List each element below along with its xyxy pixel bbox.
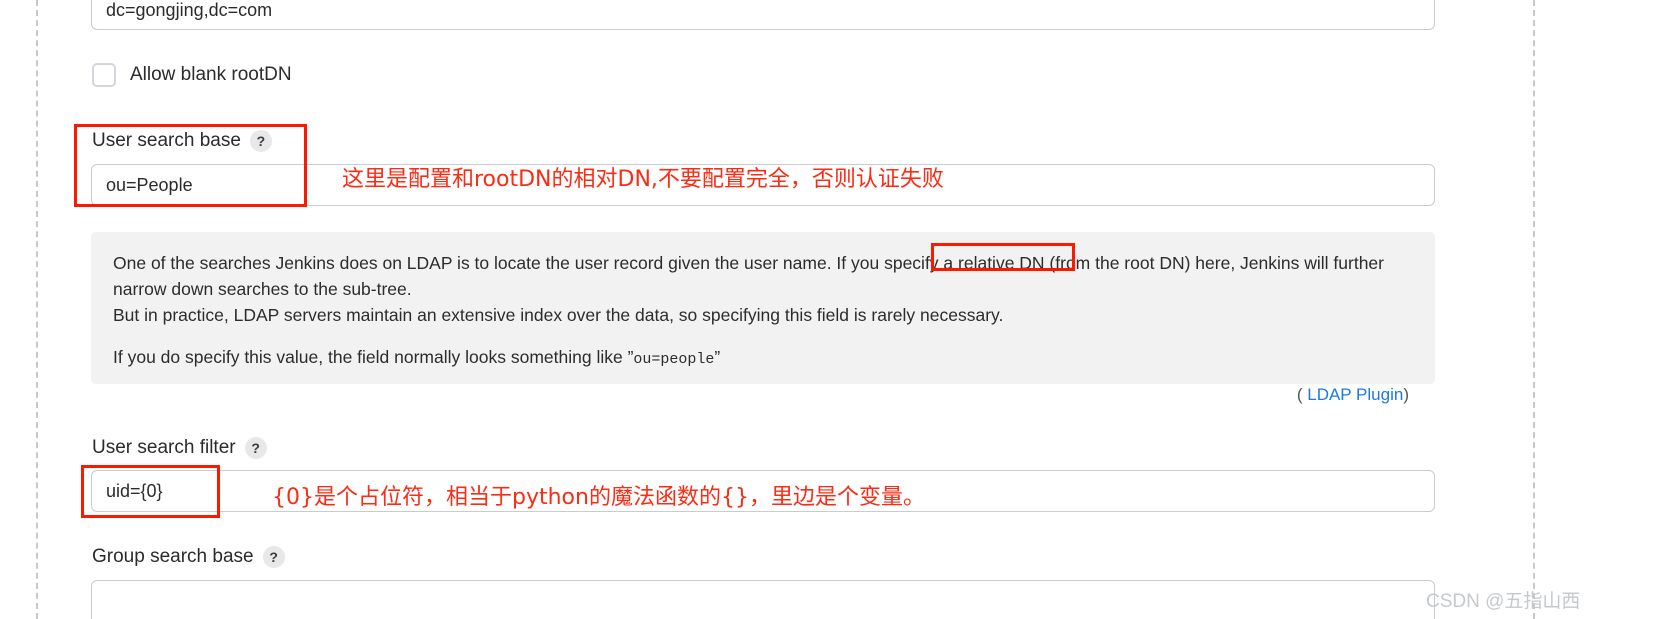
allow-blank-rootdn-row[interactable]: Allow blank rootDN [92,63,292,87]
group-search-base-input[interactable] [91,580,1435,619]
help-footer: ( LDAP Plugin) [113,385,1413,405]
help-line-3: But in practice, LDAP servers maintain a… [113,305,1004,325]
help-icon[interactable]: ? [244,437,267,459]
csdn-watermark: CSDN @五指山西 [1426,591,1581,612]
ldap-plugin-link[interactable]: LDAP Plugin [1307,385,1403,404]
help-line-1: One of the searches Jenkins does on LDAP… [113,250,1413,276]
help-line-4: If you do specify this value, the field … [113,344,1413,373]
user-search-base-help-panel: One of the searches Jenkins does on LDAP… [91,232,1435,404]
allow-blank-rootdn-label: Allow blank rootDN [130,64,292,85]
annotation-user-search-filter-note: {0}是个占位符，相当于python的魔法函数的{}，里边是个变量。 [272,485,925,510]
user-search-base-label: User search base [92,130,241,151]
help-line-2: narrow down searches to the sub-tree. [113,279,412,299]
screenshot-root: dc=gongjing,dc=com Allow blank rootDN Us… [0,0,1667,619]
user-search-filter-label-row: User search filter ? [92,437,267,459]
group-search-base-label: Group search base [92,546,254,567]
help-line-1-highlight: a relative DN (from the root DN) [943,253,1191,273]
help-footer-suffix: ) [1403,385,1409,404]
help-icon[interactable]: ? [249,130,272,152]
annotation-user-search-base-note: 这里是配置和rootDN的相对DN,不要配置完全，否则认证失败 [342,167,944,192]
help-footer-prefix: ( [1296,385,1308,404]
help-icon[interactable]: ? [262,546,285,568]
help-quote-close: ” [714,347,721,367]
help-spacer [113,328,1413,344]
help-line-4-code: ou=people [633,351,715,368]
allow-blank-rootdn-checkbox[interactable] [92,63,116,87]
help-line-1-part-a: One of the searches Jenkins does on LDAP… [113,253,944,273]
help-line-4-part-a: If you do specify this value, the field … [113,347,628,367]
page-guide-right [1533,0,1535,619]
user-search-filter-label: User search filter [92,437,236,458]
page-guide-left [36,0,38,619]
help-line-1-part-b: here, Jenkins will further [1190,253,1384,273]
root-dn-input[interactable]: dc=gongjing,dc=com [91,0,1435,30]
user-search-base-label-row: User search base ? [92,130,272,152]
group-search-base-label-row: Group search base ? [92,546,285,568]
